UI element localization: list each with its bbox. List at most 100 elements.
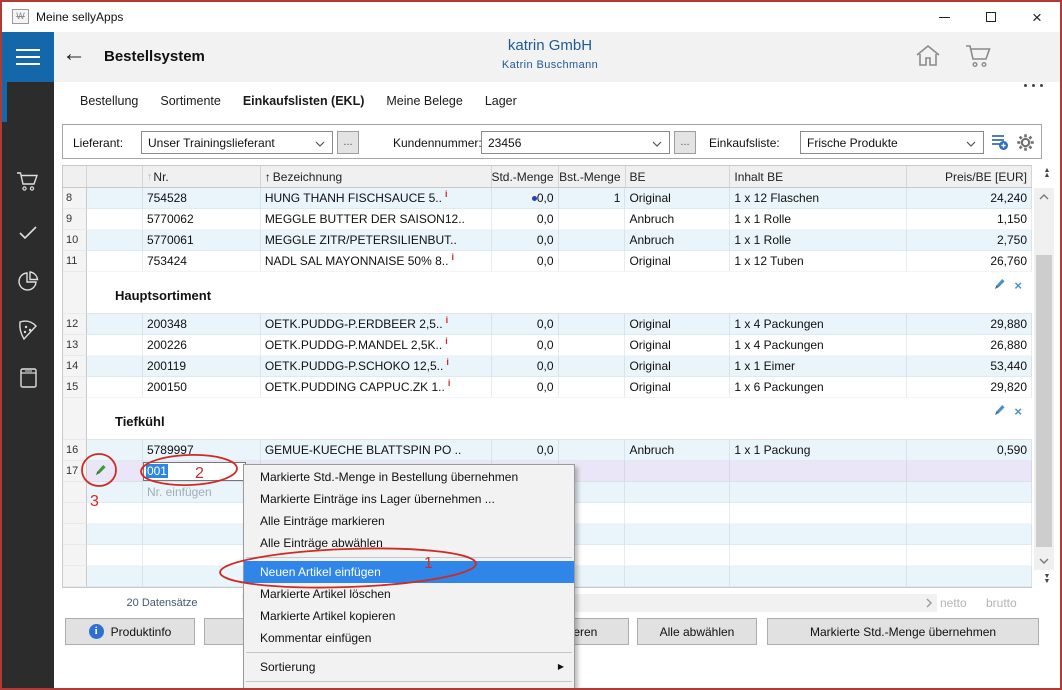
book-icon[interactable] xyxy=(2,366,54,395)
table-row[interactable]: 95770062MEGGLE BUTTER DER SAISON12..0,0A… xyxy=(63,209,1032,230)
table-row[interactable]: 105770061MEGGLE ZITR/PETERSILIENBUT..0,0… xyxy=(63,230,1032,251)
minimize-button[interactable] xyxy=(927,2,961,32)
menu-item-sortierung[interactable]: Sortierung▶ xyxy=(244,656,574,678)
lieferant-combobox[interactable]: Unser Trainingslieferant xyxy=(141,131,333,154)
menu-item-markierte-std-menge-in-bestellung-übernehmen[interactable]: Markierte Std.-Menge in Bestellung übern… xyxy=(244,466,574,488)
cell-bst-menge[interactable] xyxy=(559,314,626,335)
netto-toggle[interactable]: netto xyxy=(940,596,967,610)
check-icon[interactable] xyxy=(2,224,54,247)
group-delete-icon[interactable]: × xyxy=(1014,279,1022,292)
home-icon[interactable] xyxy=(914,43,942,74)
table-row[interactable]: 12200348OETK.PUDDG-P.ERDBEER 2,5..i0,0Or… xyxy=(63,314,1032,335)
company-block: katrin GmbH Katrin Buschmann xyxy=(422,37,678,71)
column-header-blank[interactable] xyxy=(63,166,87,187)
cell-be: Anbruch xyxy=(625,230,730,251)
scroll-bottom-icon[interactable]: ▼▼ xyxy=(1040,574,1054,584)
info-icon: i xyxy=(89,624,104,639)
einkaufsliste-combobox[interactable]: Frische Produkte xyxy=(800,131,984,154)
scroll-down-icon[interactable] xyxy=(1034,552,1054,570)
menu-item-markierte-artikel-kopieren[interactable]: Markierte Artikel kopieren xyxy=(244,605,574,627)
menu-item-neue-einkaufsliste-anlegen[interactable]: Neue Einkaufsliste anlegen xyxy=(244,685,574,690)
column-header-Bst.-Menge[interactable]: Bst.-Menge xyxy=(559,166,626,187)
cell-std-menge[interactable]: 0,0 xyxy=(492,314,559,335)
cell-nr: 200150 xyxy=(143,377,261,398)
back-arrow-icon[interactable]: ← xyxy=(62,40,86,68)
menu-item-kommentar-einfügen[interactable]: Kommentar einfügen xyxy=(244,627,574,649)
tab-bestellung[interactable]: Bestellung xyxy=(80,94,138,108)
pizza-icon[interactable] xyxy=(2,318,54,347)
nr-input[interactable]: 001 xyxy=(143,462,246,481)
tab-meine-belege[interactable]: Meine Belege xyxy=(386,94,462,108)
cell-bst-menge[interactable] xyxy=(559,377,626,398)
cell-std-menge[interactable]: 0,0 xyxy=(492,377,559,398)
table-row[interactable]: 15200150OETK.PUDDING CAPPUC.ZK 1..i0,0Or… xyxy=(63,377,1032,398)
kundennummer-label: Kundennummer: xyxy=(393,136,482,150)
pie-chart-icon[interactable] xyxy=(2,270,54,299)
cell-preis xyxy=(907,482,1032,503)
cell-bst-menge[interactable]: 1 xyxy=(559,188,626,209)
cell-bezeichnung: MEGGLE ZITR/PETERSILIENBUT.. xyxy=(261,230,492,251)
cell-bst-menge[interactable] xyxy=(559,251,626,272)
cell-std-menge[interactable]: 0,0 xyxy=(492,230,559,251)
column-header-Preis/BE [EUR][interactable]: Preis/BE [EUR] xyxy=(907,166,1032,187)
hamburger-menu-icon[interactable] xyxy=(2,32,54,82)
cell-std-menge[interactable]: 0,0 xyxy=(492,440,559,461)
cell-std-menge[interactable]: 0,0 xyxy=(492,251,559,272)
menu-item-markierte-einträge-ins-lager-übernehmen-[interactable]: Markierte Einträge ins Lager übernehmen … xyxy=(244,488,574,510)
alle-abwaehlen-button[interactable]: Alle abwählen xyxy=(637,618,757,645)
group-edit-icon[interactable] xyxy=(993,277,1006,294)
column-header-blank[interactable] xyxy=(87,166,143,187)
menu-item-markierte-artikel-löschen[interactable]: Markierte Artikel löschen xyxy=(244,583,574,605)
brutto-toggle[interactable]: brutto xyxy=(986,596,1017,610)
app-title: Meine sellyApps xyxy=(36,10,123,24)
column-header-Bezeichnung[interactable]: ↑Bezeichnung xyxy=(261,166,492,187)
scrollbar-thumb[interactable] xyxy=(1036,255,1052,547)
cell-nr: 200226 xyxy=(143,335,261,356)
cell-std-menge[interactable]: 0,0 xyxy=(492,188,559,209)
group-delete-icon[interactable]: × xyxy=(1014,405,1022,418)
kundennummer-more-button[interactable]: ... xyxy=(674,131,696,154)
group-edit-icon[interactable] xyxy=(993,403,1006,420)
table-row[interactable]: 11753424NADL SAL MAYONNAISE 50% 8..i0,0O… xyxy=(63,251,1032,272)
table-row[interactable]: 165789997GEMUE-KUECHE BLATTSPIN PO ..0,0… xyxy=(63,440,1032,461)
cell-std-menge[interactable]: 0,0 xyxy=(492,335,559,356)
lieferant-more-button[interactable]: ... xyxy=(337,131,359,154)
cell-std-menge[interactable]: 0,0 xyxy=(492,209,559,230)
menu-item-neuen-artikel-einfügen[interactable]: Neuen Artikel einfügen xyxy=(244,561,574,583)
cart-icon[interactable] xyxy=(964,43,994,75)
cell-bst-menge[interactable] xyxy=(559,230,626,251)
settings-gear-icon[interactable] xyxy=(1016,133,1035,157)
column-header-Std.-Menge[interactable]: Std.-Menge xyxy=(492,166,559,187)
scroll-up-icon[interactable] xyxy=(1034,188,1054,206)
cell-bst-menge[interactable] xyxy=(559,335,626,356)
tab-sortimente[interactable]: Sortimente xyxy=(160,94,220,108)
cart-icon[interactable] xyxy=(2,170,54,200)
tab-lager[interactable]: Lager xyxy=(485,94,517,108)
table-row[interactable]: 13200226OETK.PUDDG-P.MANDEL 2,5K..i0,0Or… xyxy=(63,335,1032,356)
vertical-scrollbar[interactable] xyxy=(1034,188,1054,570)
column-header-Inhalt BE[interactable]: Inhalt BE xyxy=(730,166,907,187)
produktinfo-button[interactable]: i Produktinfo xyxy=(65,618,195,645)
menu-item-alle-einträge-markieren[interactable]: Alle Einträge markieren xyxy=(244,510,574,532)
marker-cell xyxy=(87,314,143,335)
info-marker: i xyxy=(451,252,454,262)
add-list-icon[interactable] xyxy=(991,133,1009,156)
uebernehmen-button[interactable]: Markierte Std.-Menge übernehmen xyxy=(767,618,1039,645)
kundennummer-combobox[interactable]: 23456 xyxy=(481,131,670,154)
column-header-Nr.[interactable]: ↑Nr. xyxy=(143,166,261,187)
table-row[interactable]: 8754528HUNG THANH FISCHSAUCE 5..i0,01Ori… xyxy=(63,188,1032,209)
scroll-top-icon[interactable]: ▲▲ xyxy=(1040,168,1054,178)
cell-bst-menge[interactable] xyxy=(559,356,626,377)
cell-be: Original xyxy=(625,377,730,398)
cell-bst-menge[interactable] xyxy=(559,209,626,230)
more-options-icon[interactable] xyxy=(1024,84,1043,87)
cell-preis xyxy=(907,461,1032,482)
tab-einkaufslisten-ekl-[interactable]: Einkaufslisten (EKL) xyxy=(243,94,365,108)
column-header-BE[interactable]: BE xyxy=(626,166,731,187)
cell-std-menge[interactable]: 0,0 xyxy=(492,356,559,377)
maximize-button[interactable] xyxy=(974,2,1008,32)
menu-item-alle-einträge-abwählen[interactable]: Alle Einträge abwählen xyxy=(244,532,574,554)
close-button[interactable]: × xyxy=(1020,2,1054,32)
table-row[interactable]: 14200119OETK.PUDDG-P.SCHOKO 12,5..i0,0Or… xyxy=(63,356,1032,377)
cell-bst-menge[interactable] xyxy=(559,440,626,461)
